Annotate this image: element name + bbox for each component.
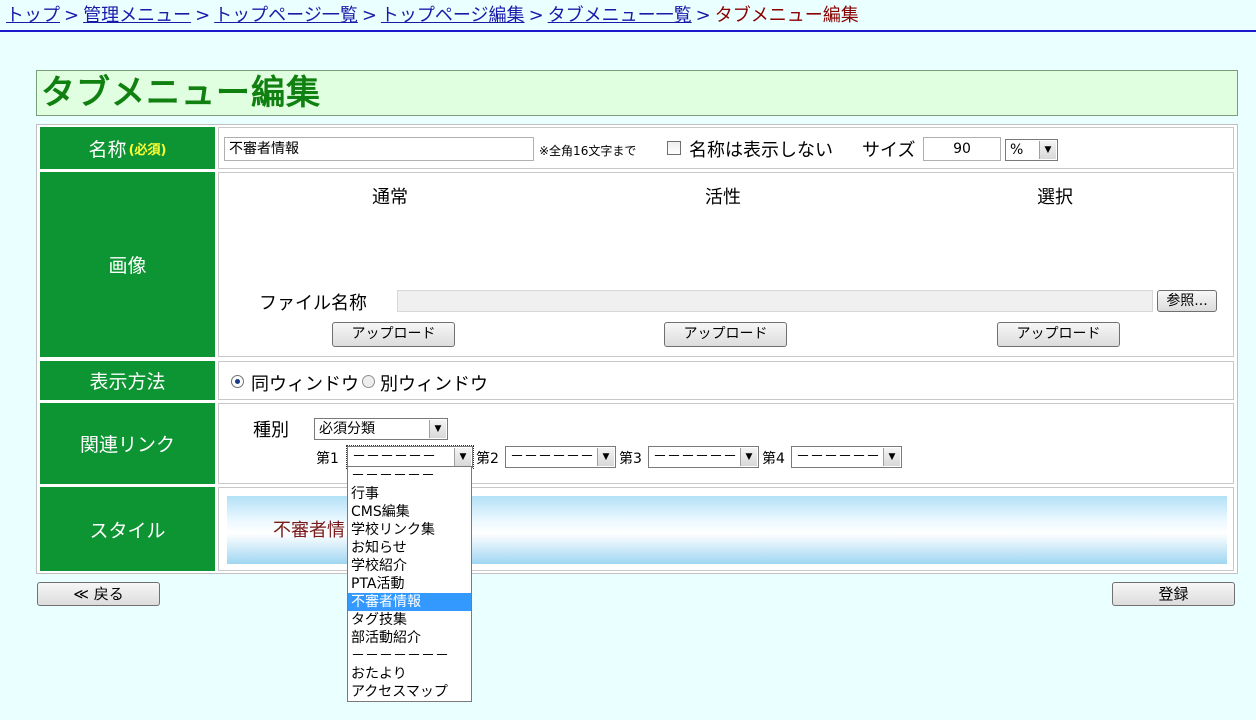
image-label: 画像 (40, 172, 215, 357)
upload-button-normal[interactable]: アップロード (332, 322, 455, 347)
dropdown-option[interactable]: －－－－－－ (348, 467, 471, 485)
name-label-text: 名称 (88, 138, 127, 161)
slot1-label: 第1 (316, 451, 339, 467)
dropdown-option[interactable]: おたより (348, 665, 471, 683)
size-input[interactable]: 90 (923, 137, 1001, 161)
chevron-down-icon: ▼ (429, 420, 446, 438)
slot1-select[interactable]: －－－－－－ ▼ (346, 445, 474, 469)
type-label: 種別 (253, 420, 289, 441)
breadcrumb-link-tabmenu-list[interactable]: タブメニュー一覧 (548, 5, 692, 26)
file-name-label: ファイル名称 (259, 293, 367, 314)
slot1-dropdown-list[interactable]: －－－－－－ 行事 CMS編集 学校リンク集 お知らせ 学校紹介 PTA活動 不… (347, 466, 472, 702)
dropdown-option[interactable]: 学校リンク集 (348, 521, 471, 539)
back-button[interactable]: ≪ 戻る (37, 582, 160, 606)
dropdown-option[interactable]: タグ技集 (348, 611, 471, 629)
slot4-select-value: －－－－－－ (796, 449, 880, 465)
image-col-selected: 選択 (1037, 187, 1073, 208)
breadcrumb-separator: > (695, 5, 711, 26)
dropdown-option-selected[interactable]: 不審者情報 (348, 593, 471, 611)
chevron-down-icon: ▼ (1039, 141, 1056, 159)
radio-same-window-label: 同ウィンドウ (251, 374, 359, 395)
image-col-normal: 通常 (372, 187, 408, 208)
slot4-label: 第4 (762, 451, 785, 467)
type-select-value: 必須分類 (319, 421, 375, 437)
breadcrumb-separator: > (64, 5, 80, 26)
breadcrumb-separator: > (361, 5, 377, 26)
breadcrumb-link-toppage-edit[interactable]: トップページ編集 (381, 5, 525, 26)
required-badge: (必須) (128, 142, 167, 158)
chevron-down-icon: ▼ (597, 448, 614, 466)
type-select[interactable]: 必須分類 ▼ (314, 418, 448, 440)
dropdown-option[interactable]: 部活動紹介 (348, 629, 471, 647)
page-title: タブメニュー編集 (41, 73, 321, 113)
breadcrumb: トップ > 管理メニュー > トップページ一覧 > トップページ編集 > タブメニュー一覧 > タブ… (0, 0, 1256, 32)
slot2-select-value: －－－－－－ (510, 449, 594, 465)
image-content: 通常 活性 選択 ファイル名称 参照... アップロード アップロード アップロ… (218, 172, 1234, 357)
name-row: 名称 (必須) 不審者情報 ※全角16文字まで 名称は表示しない サイズ 90 %… (37, 127, 1237, 171)
dropdown-option[interactable]: PTA活動 (348, 575, 471, 593)
file-name-field[interactable] (397, 290, 1153, 312)
slot2-label: 第2 (476, 451, 499, 467)
breadcrumb-current: タブメニュー編集 (714, 5, 859, 26)
slot4-select[interactable]: －－－－－－ ▼ (791, 446, 902, 468)
display-method-row: 表示方法 同ウィンドウ 別ウィンドウ (37, 361, 1237, 401)
dropdown-option[interactable]: アクセスマップ (348, 683, 471, 701)
name-hint: ※全角16文字まで (539, 144, 637, 158)
slot3-label: 第3 (619, 451, 642, 467)
radio-other-window[interactable] (362, 375, 375, 388)
dropdown-option[interactable]: －－－－－－－ (348, 647, 471, 665)
register-button[interactable]: 登録 (1112, 582, 1235, 606)
dropdown-option[interactable]: お知らせ (348, 539, 471, 557)
image-row: 画像 通常 活性 選択 ファイル名称 参照... アップロード アップロード ア… (37, 172, 1237, 358)
style-label: スタイル (40, 487, 215, 571)
chevron-down-icon: ▼ (454, 448, 471, 466)
page-title-box: タブメニュー編集 (36, 70, 1238, 116)
size-unit-value: % (1010, 142, 1024, 158)
name-label: 名称 (必須) (40, 127, 215, 169)
browse-button[interactable]: 参照... (1157, 290, 1217, 312)
slot1-select-value: －－－－－－ (352, 449, 436, 465)
radio-same-window[interactable] (231, 375, 244, 388)
edit-form: 名称 (必須) 不審者情報 ※全角16文字まで 名称は表示しない サイズ 90 %… (36, 124, 1238, 574)
upload-button-active[interactable]: アップロード (664, 322, 787, 347)
breadcrumb-link-toppage-list[interactable]: トップページ一覧 (214, 5, 358, 26)
size-label: サイズ (862, 140, 916, 161)
image-col-active: 活性 (705, 187, 741, 208)
display-method-content: 同ウィンドウ 別ウィンドウ (218, 361, 1234, 400)
size-unit-select[interactable]: % ▼ (1005, 139, 1058, 161)
related-link-row: 関連リンク 種別 必須分類 ▼ 第1 －－－－－－ ▼ 第2 －－－－－－ ▼ … (37, 403, 1237, 485)
hide-name-checkbox[interactable] (667, 141, 681, 155)
name-content: 不審者情報 ※全角16文字まで 名称は表示しない サイズ 90 % ▼ (218, 127, 1234, 169)
chevron-down-icon: ▼ (883, 448, 900, 466)
breadcrumb-separator: > (528, 5, 544, 26)
style-row: スタイル 不審者情 (37, 487, 1237, 573)
hide-name-label: 名称は表示しない (689, 140, 833, 161)
upload-button-selected[interactable]: アップロード (997, 322, 1120, 347)
chevron-down-icon: ▼ (740, 448, 757, 466)
dropdown-option[interactable]: 行事 (348, 485, 471, 503)
related-link-label: 関連リンク (40, 403, 215, 484)
slot2-select[interactable]: －－－－－－ ▼ (505, 446, 616, 468)
style-preview-text: 不審者情 (273, 520, 345, 541)
radio-dot-icon (235, 379, 240, 384)
breadcrumb-link-top[interactable]: トップ (6, 5, 60, 26)
display-method-label: 表示方法 (40, 361, 215, 400)
breadcrumb-link-admin-menu[interactable]: 管理メニュー (83, 5, 191, 26)
name-input[interactable]: 不審者情報 (224, 137, 534, 161)
breadcrumb-separator: > (195, 5, 211, 26)
slot3-select[interactable]: －－－－－－ ▼ (648, 446, 759, 468)
slot3-select-value: －－－－－－ (653, 449, 737, 465)
radio-other-window-label: 別ウィンドウ (380, 374, 488, 395)
dropdown-option[interactable]: CMS編集 (348, 503, 471, 521)
dropdown-option[interactable]: 学校紹介 (348, 557, 471, 575)
